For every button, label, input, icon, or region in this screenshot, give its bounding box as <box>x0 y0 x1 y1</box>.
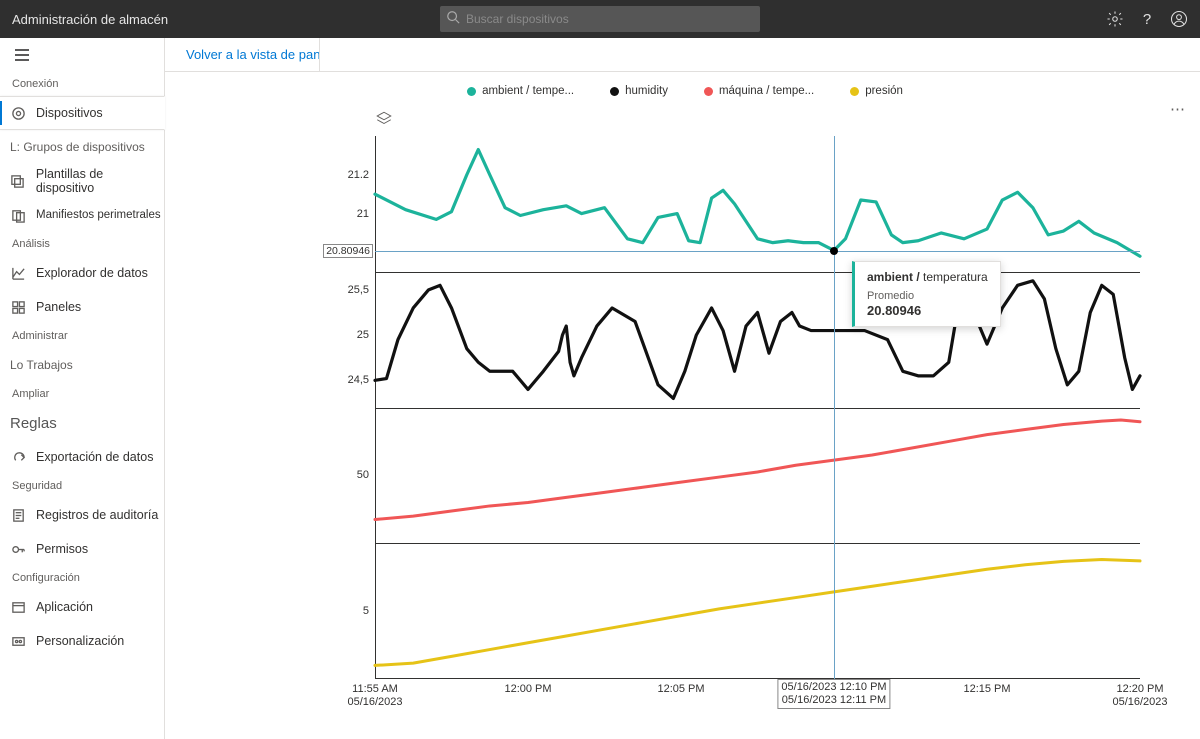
manifests-icon <box>10 207 26 223</box>
more-menu-icon[interactable]: ⋯ <box>1170 108 1186 112</box>
chart-tooltip: ambient / temperatura Promedio 20.80946 <box>852 261 1001 327</box>
back-button[interactable]: Volver a la vista de panel <box>165 38 320 72</box>
sidebar-item-device-templates[interactable]: Plantillas de dispositivo <box>0 164 164 198</box>
tooltip-value: 20.80946 <box>867 303 988 318</box>
sidebar-item-rules[interactable]: Reglas <box>0 406 164 440</box>
settings-icon[interactable] <box>1106 10 1124 28</box>
crosshair-point <box>830 247 838 255</box>
chart-legend: ambient / tempe... humidity máquina / te… <box>190 76 1180 106</box>
sidebar-item-label: Reglas <box>10 415 57 432</box>
templates-icon <box>10 173 26 189</box>
y-tick-label: 21 <box>357 208 369 220</box>
main-area: Volver a la vista de panel ambient / tem… <box>165 38 1200 739</box>
search-input[interactable] <box>466 12 754 26</box>
y-tick-label: 24,5 <box>348 374 369 386</box>
dashboards-icon <box>10 299 26 315</box>
back-label: Volver a la vista de panel <box>186 47 320 62</box>
legend-dot-icon <box>850 87 859 96</box>
audit-icon <box>10 507 26 523</box>
legend-item-machine[interactable]: máquina / tempe... <box>704 85 814 97</box>
section-extend: Ampliar <box>0 382 164 406</box>
help-icon[interactable]: ? <box>1138 10 1156 28</box>
legend-item-pressure[interactable]: presión <box>850 85 903 97</box>
crosshair-y-label: 20.80946 <box>323 244 373 258</box>
sidebar-item-data-explorer[interactable]: Explorador de datos <box>0 256 164 290</box>
x-tick-label: 12:00 PM <box>504 679 551 696</box>
chart-canvas <box>375 136 1140 679</box>
tooltip-stat-label: Promedio <box>867 290 988 302</box>
permissions-icon <box>10 541 26 557</box>
sidebar-item-customization[interactable]: Personalización <box>0 624 164 658</box>
sidebar-item-label: Registros de auditoría <box>36 508 158 522</box>
sidebar-item-dashboards[interactable]: Paneles <box>0 290 164 324</box>
chart-area: ambient / tempe... humidity máquina / te… <box>165 72 1200 739</box>
crosshair-vertical <box>834 136 835 679</box>
tooltip-title: ambient / temperatura <box>867 270 988 284</box>
legend-label: presión <box>865 85 903 97</box>
sidebar-item-label: Manifiestos perimetrales <box>36 209 161 221</box>
y-tick-label: 25,5 <box>348 284 369 296</box>
back-bar: Volver a la vista de panel <box>165 38 1200 72</box>
sidebar: Conexión Dispositivos L: Grupos de dispo… <box>0 38 165 739</box>
x-tick-label: 11:55 AM05/16/2023 <box>347 679 402 709</box>
y-tick-label: 5 <box>363 605 369 617</box>
export-icon <box>10 449 26 465</box>
explorer-icon <box>10 265 26 281</box>
y-tick-label: 50 <box>357 469 369 481</box>
sidebar-item-label: Paneles <box>36 300 81 314</box>
legend-label: humidity <box>625 85 668 97</box>
crosshair-horizontal <box>375 251 1140 252</box>
hamburger-button[interactable] <box>0 38 164 72</box>
customization-icon <box>10 633 26 649</box>
sidebar-item-label: Personalización <box>36 634 124 648</box>
x-tick-label: 12:15 PM <box>963 679 1010 696</box>
sidebar-item-devices[interactable]: Dispositivos <box>0 96 165 130</box>
sidebar-item-permissions[interactable]: Permisos <box>0 532 164 566</box>
sidebar-item-label: Aplicación <box>36 600 93 614</box>
section-connection: Conexión <box>0 72 164 96</box>
sidebar-item-audit-logs[interactable]: Registros de auditoría <box>0 498 164 532</box>
sidebar-item-edge-manifests[interactable]: Manifiestos perimetrales <box>0 198 164 232</box>
legend-dot-icon <box>610 87 619 96</box>
account-icon[interactable] <box>1170 10 1188 28</box>
search-icon <box>446 10 466 29</box>
legend-dot-icon <box>467 87 476 96</box>
x-tick-label: 12:20 PM05/16/2023 <box>1112 679 1167 709</box>
section-security: Seguridad <box>0 474 164 498</box>
section-configuration: Configuración <box>0 566 164 590</box>
chart-plots[interactable]: 20.80946 05/16/2023 12:10 PM 05/16/2023 … <box>375 136 1140 679</box>
sidebar-item-label: Permisos <box>36 542 88 556</box>
devices-icon <box>10 105 26 121</box>
application-icon <box>10 599 26 615</box>
layers-icon[interactable] <box>375 110 393 133</box>
search-box[interactable] <box>440 6 760 32</box>
sidebar-item-label: Plantillas de dispositivo <box>36 167 164 195</box>
legend-label: máquina / tempe... <box>719 85 814 97</box>
sidebar-item-application[interactable]: Aplicación <box>0 590 164 624</box>
app-title: Administración de almacén <box>12 12 168 27</box>
legend-dot-icon <box>704 87 713 96</box>
sidebar-item-label: Explorador de datos <box>36 266 148 280</box>
sidebar-item-label: L: Grupos de dispositivos <box>10 140 145 154</box>
section-administer: Administrar <box>0 324 164 348</box>
section-analysis: Análisis <box>0 232 164 256</box>
sidebar-item-data-export[interactable]: Exportación de datos <box>0 440 164 474</box>
legend-label: ambient / tempe... <box>482 85 574 97</box>
legend-item-ambient[interactable]: ambient / tempe... <box>467 85 574 97</box>
app-header: Administración de almacén ? <box>0 0 1200 38</box>
crosshair-x-label: 05/16/2023 12:10 PM 05/16/2023 12:11 PM <box>777 679 890 709</box>
sidebar-item-jobs[interactable]: Lo Trabajos <box>0 348 164 382</box>
y-tick-label: 21.2 <box>348 169 369 181</box>
sidebar-item-label: Lo Trabajos <box>10 358 73 372</box>
sidebar-item-label: Dispositivos <box>36 106 103 120</box>
x-tick-label: 12:05 PM <box>657 679 704 696</box>
y-tick-label: 25 <box>357 329 369 341</box>
sidebar-item-label: Exportación de datos <box>36 450 153 464</box>
sidebar-item-device-groups[interactable]: L: Grupos de dispositivos <box>0 130 164 164</box>
legend-item-humidity[interactable]: humidity <box>610 85 668 97</box>
crosshair-x-line2: 05/16/2023 12:11 PM <box>781 694 886 707</box>
crosshair-x-line1: 05/16/2023 12:10 PM <box>781 681 886 694</box>
